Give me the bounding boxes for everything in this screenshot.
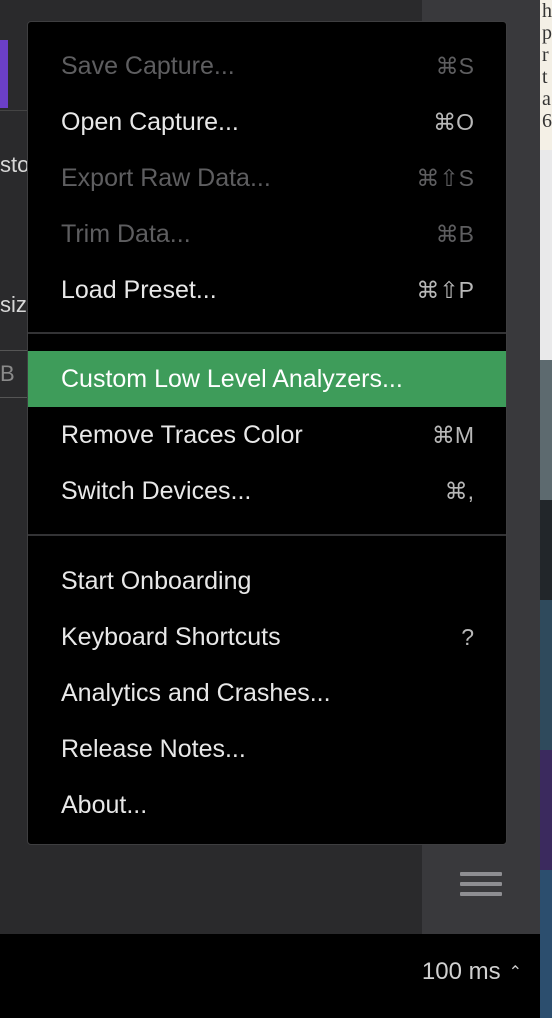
menu-item-start-onboarding[interactable]: Start Onboarding [28, 553, 506, 609]
menu-item-label: Analytics and Crashes... [61, 678, 331, 707]
background-photo-strip [540, 360, 552, 500]
panel-divider [0, 110, 30, 111]
menu-separator [28, 332, 506, 334]
menu-item-about[interactable]: About... [28, 777, 506, 833]
menu-item-label: Open Capture... [61, 107, 239, 136]
menu-item-shortcut: ⌘B [435, 220, 474, 247]
chevron-up-icon: ⌃ [508, 964, 522, 981]
menu-item-shortcut: ⌘S [435, 52, 474, 79]
menu-separator [28, 534, 506, 536]
menu-item-open-capture[interactable]: Open Capture... ⌘O [28, 94, 506, 150]
doc-fragment: 6 [542, 110, 552, 132]
menu-item-label: Export Raw Data... [61, 163, 271, 192]
menu-item-label: Switch Devices... [61, 476, 252, 505]
background-photo-strip [540, 500, 552, 600]
menu-item-label: Release Notes... [61, 734, 246, 763]
menu-item-shortcut: ? [461, 623, 474, 650]
background-window-strip [540, 150, 552, 360]
menu-item-remove-traces-color[interactable]: Remove Traces Color ⌘M [28, 407, 506, 463]
menu-item-label: About... [61, 790, 148, 819]
menu-item-load-preset[interactable]: Load Preset... ⌘⇧P [28, 262, 506, 318]
menu-item-label: Remove Traces Color [61, 420, 303, 449]
menu-item-release-notes[interactable]: Release Notes... [28, 721, 506, 777]
truncated-panel-text: sto [0, 152, 30, 177]
app-menu: Save Capture... ⌘S Open Capture... ⌘O Ex… [27, 21, 507, 845]
truncated-panel-text: siz [0, 292, 27, 317]
menu-item-keyboard-shortcuts[interactable]: Keyboard Shortcuts ? [28, 609, 506, 665]
menu-item-label: Start Onboarding [61, 566, 252, 595]
menu-item-shortcut: ⌘⇧P [416, 276, 474, 303]
menu-item-export-raw-data[interactable]: Export Raw Data... ⌘⇧S [28, 150, 506, 206]
menu-item-analytics-and-crashes[interactable]: Analytics and Crashes... [28, 665, 506, 721]
menu-item-shortcut: ⌘, [444, 477, 474, 504]
background-document-window: h p r t a 6 [540, 0, 552, 150]
doc-fragment: p [542, 22, 552, 44]
menu-item-label: Save Capture... [61, 51, 235, 80]
doc-fragment: t [542, 66, 548, 88]
background-photo-strip [540, 600, 552, 750]
doc-fragment: a [542, 88, 551, 110]
menu-item-shortcut: ⌘O [433, 108, 474, 135]
zoom-level-button[interactable]: 100 ms ⌃ [422, 958, 522, 986]
selected-tab-indicator [0, 40, 8, 108]
menu-item-label: Load Preset... [61, 275, 217, 304]
menu-item-custom-low-level-analyzers[interactable]: Custom Low Level Analyzers... [28, 351, 506, 407]
zoom-level-label: 100 ms [421, 958, 501, 985]
truncated-input-text: B [0, 361, 15, 386]
hamburger-menu-icon[interactable] [460, 872, 502, 902]
menu-item-label: Keyboard Shortcuts [61, 622, 281, 651]
doc-fragment: h [542, 0, 552, 22]
menu-item-shortcut: ⌘⇧S [416, 164, 474, 191]
background-photo-strip [540, 870, 552, 1018]
menu-item-label: Custom Low Level Analyzers... [61, 364, 403, 393]
background-photo-strip [540, 750, 552, 870]
menu-item-switch-devices[interactable]: Switch Devices... ⌘, [28, 463, 506, 519]
menu-item-trim-data[interactable]: Trim Data... ⌘B [28, 206, 506, 262]
menu-item-label: Trim Data... [61, 219, 191, 248]
menu-item-shortcut: ⌘M [431, 421, 474, 448]
doc-fragment: r [542, 44, 549, 66]
menu-item-save-capture[interactable]: Save Capture... ⌘S [28, 38, 506, 94]
